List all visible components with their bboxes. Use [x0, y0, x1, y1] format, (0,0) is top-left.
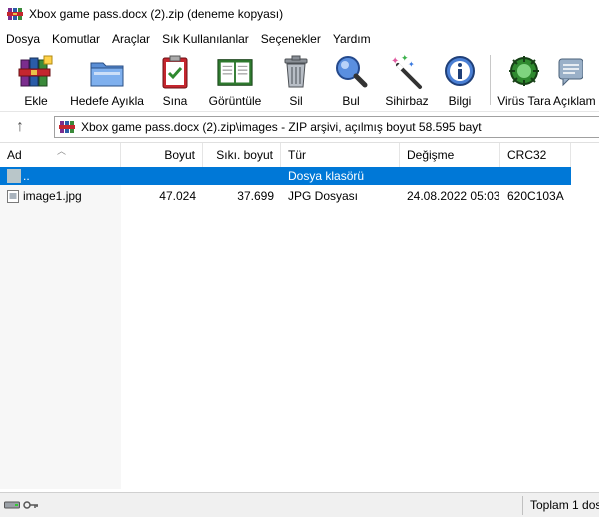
view-button[interactable]: Görüntüle — [200, 50, 270, 112]
address-field[interactable]: Xbox game pass.docx (2).zip\images - ZIP… — [54, 116, 599, 138]
trash-icon — [277, 53, 315, 91]
virus-scan-icon — [505, 53, 543, 91]
row-packed — [203, 167, 274, 185]
title-bar: Xbox game pass.docx (2).zip (deneme kopy… — [0, 0, 599, 28]
wizard-button[interactable]: ✦ ✦ ✦ Sihirbaz — [380, 50, 434, 112]
status-total: Toplam 1 dos — [530, 498, 599, 512]
folder-icon — [7, 169, 21, 183]
sort-ascending-icon: ︿ — [57, 146, 67, 156]
up-arrow-button[interactable]: ↑ — [0, 114, 40, 140]
menu-help[interactable]: Yardım — [327, 29, 377, 49]
row-packed: 37.699 — [237, 189, 274, 203]
row-name: .. — [23, 169, 30, 183]
file-list: Ad ︿ Boyut Sıkı. boyut Tür Değişme CRC32… — [0, 142, 599, 489]
test-clipboard-icon — [156, 53, 194, 91]
comment-button[interactable]: Açıklam — [553, 50, 596, 112]
find-button[interactable]: Bul — [322, 50, 380, 112]
column-header-type[interactable]: Tür — [281, 143, 400, 167]
list-header: Ad ︿ Boyut Sıkı. boyut Tür Değişme CRC32 — [0, 143, 599, 167]
menu-options[interactable]: Seçenekler — [255, 29, 327, 49]
virus-scan-label: Virüs Tara — [497, 94, 551, 108]
column-header-packed[interactable]: Sıkı. boyut — [203, 143, 281, 167]
column-name-label: Ad — [7, 148, 22, 162]
extract-to-button[interactable]: Hedefe Ayıkla — [64, 50, 150, 112]
up-arrow-icon: ↑ — [16, 118, 24, 135]
status-icons — [4, 499, 39, 509]
jpg-file-icon — [7, 190, 19, 203]
drive-icon — [4, 499, 20, 509]
window-title: Xbox game pass.docx (2).zip (deneme kopy… — [29, 7, 284, 21]
comment-icon — [553, 53, 591, 91]
row-size: 47.024 — [159, 189, 196, 203]
row-modified: 24.08.2022 05:03 — [407, 189, 499, 203]
column-header-crc[interactable]: CRC32 — [500, 143, 571, 167]
wizard-wand-icon: ✦ ✦ ✦ — [388, 53, 426, 91]
menu-bar: Dosya Komutlar Araçlar Sık Kullanılanlar… — [0, 29, 599, 49]
row-size — [121, 167, 196, 185]
row-name: image1.jpg — [23, 189, 82, 203]
find-magnifier-icon — [332, 53, 370, 91]
row-crc — [507, 167, 571, 185]
menu-tools[interactable]: Araçlar — [106, 29, 156, 49]
row-type: JPG Dosyası — [288, 189, 359, 203]
list-item-parent-folder[interactable]: .. Dosya klasörü — [0, 167, 571, 185]
row-modified — [407, 167, 499, 185]
column-header-name[interactable]: Ad ︿ — [0, 143, 121, 167]
delete-button[interactable]: Sil — [270, 50, 322, 112]
delete-label: Sil — [289, 94, 303, 108]
address-path: Xbox game pass.docx (2).zip\images - ZIP… — [81, 120, 482, 134]
menu-file[interactable]: Dosya — [0, 29, 46, 49]
status-separator — [522, 496, 523, 515]
winrar-app-icon — [7, 6, 23, 22]
status-bar: Toplam 1 dos — [0, 492, 599, 517]
toolbar: Ekle Hedefe Ayıkla Sına Görüntüle Sil Bu… — [0, 50, 599, 112]
test-button[interactable]: Sına — [150, 50, 200, 112]
row-crc: 620C103A — [507, 189, 564, 203]
view-book-icon — [216, 53, 254, 91]
column-header-modified[interactable]: Değişme — [400, 143, 500, 167]
info-label: Bilgi — [448, 94, 472, 108]
menu-favorites[interactable]: Sık Kullanılanlar — [156, 29, 255, 49]
virus-scan-button[interactable]: Virüs Tara — [495, 50, 553, 112]
info-button[interactable]: Bilgi — [434, 50, 486, 112]
extract-folder-icon — [88, 53, 126, 91]
column-header-size[interactable]: Boyut — [121, 143, 203, 167]
view-label: Görüntüle — [208, 94, 262, 108]
menu-commands[interactable]: Komutlar — [46, 29, 106, 49]
address-bar: ↑ Xbox game pass.docx (2).zip\images - Z… — [0, 114, 599, 140]
toolbar-separator — [490, 55, 491, 105]
info-icon — [441, 53, 479, 91]
add-archive-icon — [17, 53, 55, 91]
extract-to-label: Hedefe Ayıkla — [70, 94, 144, 108]
add-label: Ekle — [24, 94, 48, 108]
comment-label: Açıklam — [553, 94, 596, 108]
row-type: Dosya klasörü — [288, 169, 365, 183]
add-button[interactable]: Ekle — [8, 50, 64, 112]
zip-archive-icon — [59, 119, 75, 135]
list-item-image1[interactable]: image1.jpg 47.024 37.699 JPG Dosyası 24.… — [0, 187, 571, 205]
key-icon — [23, 499, 39, 509]
svg-text:✦: ✦ — [408, 60, 415, 69]
wizard-label: Sihirbaz — [385, 94, 429, 108]
test-label: Sına — [162, 94, 188, 108]
svg-text:✦: ✦ — [391, 56, 399, 67]
find-label: Bul — [342, 94, 360, 108]
name-column-background — [0, 167, 121, 489]
